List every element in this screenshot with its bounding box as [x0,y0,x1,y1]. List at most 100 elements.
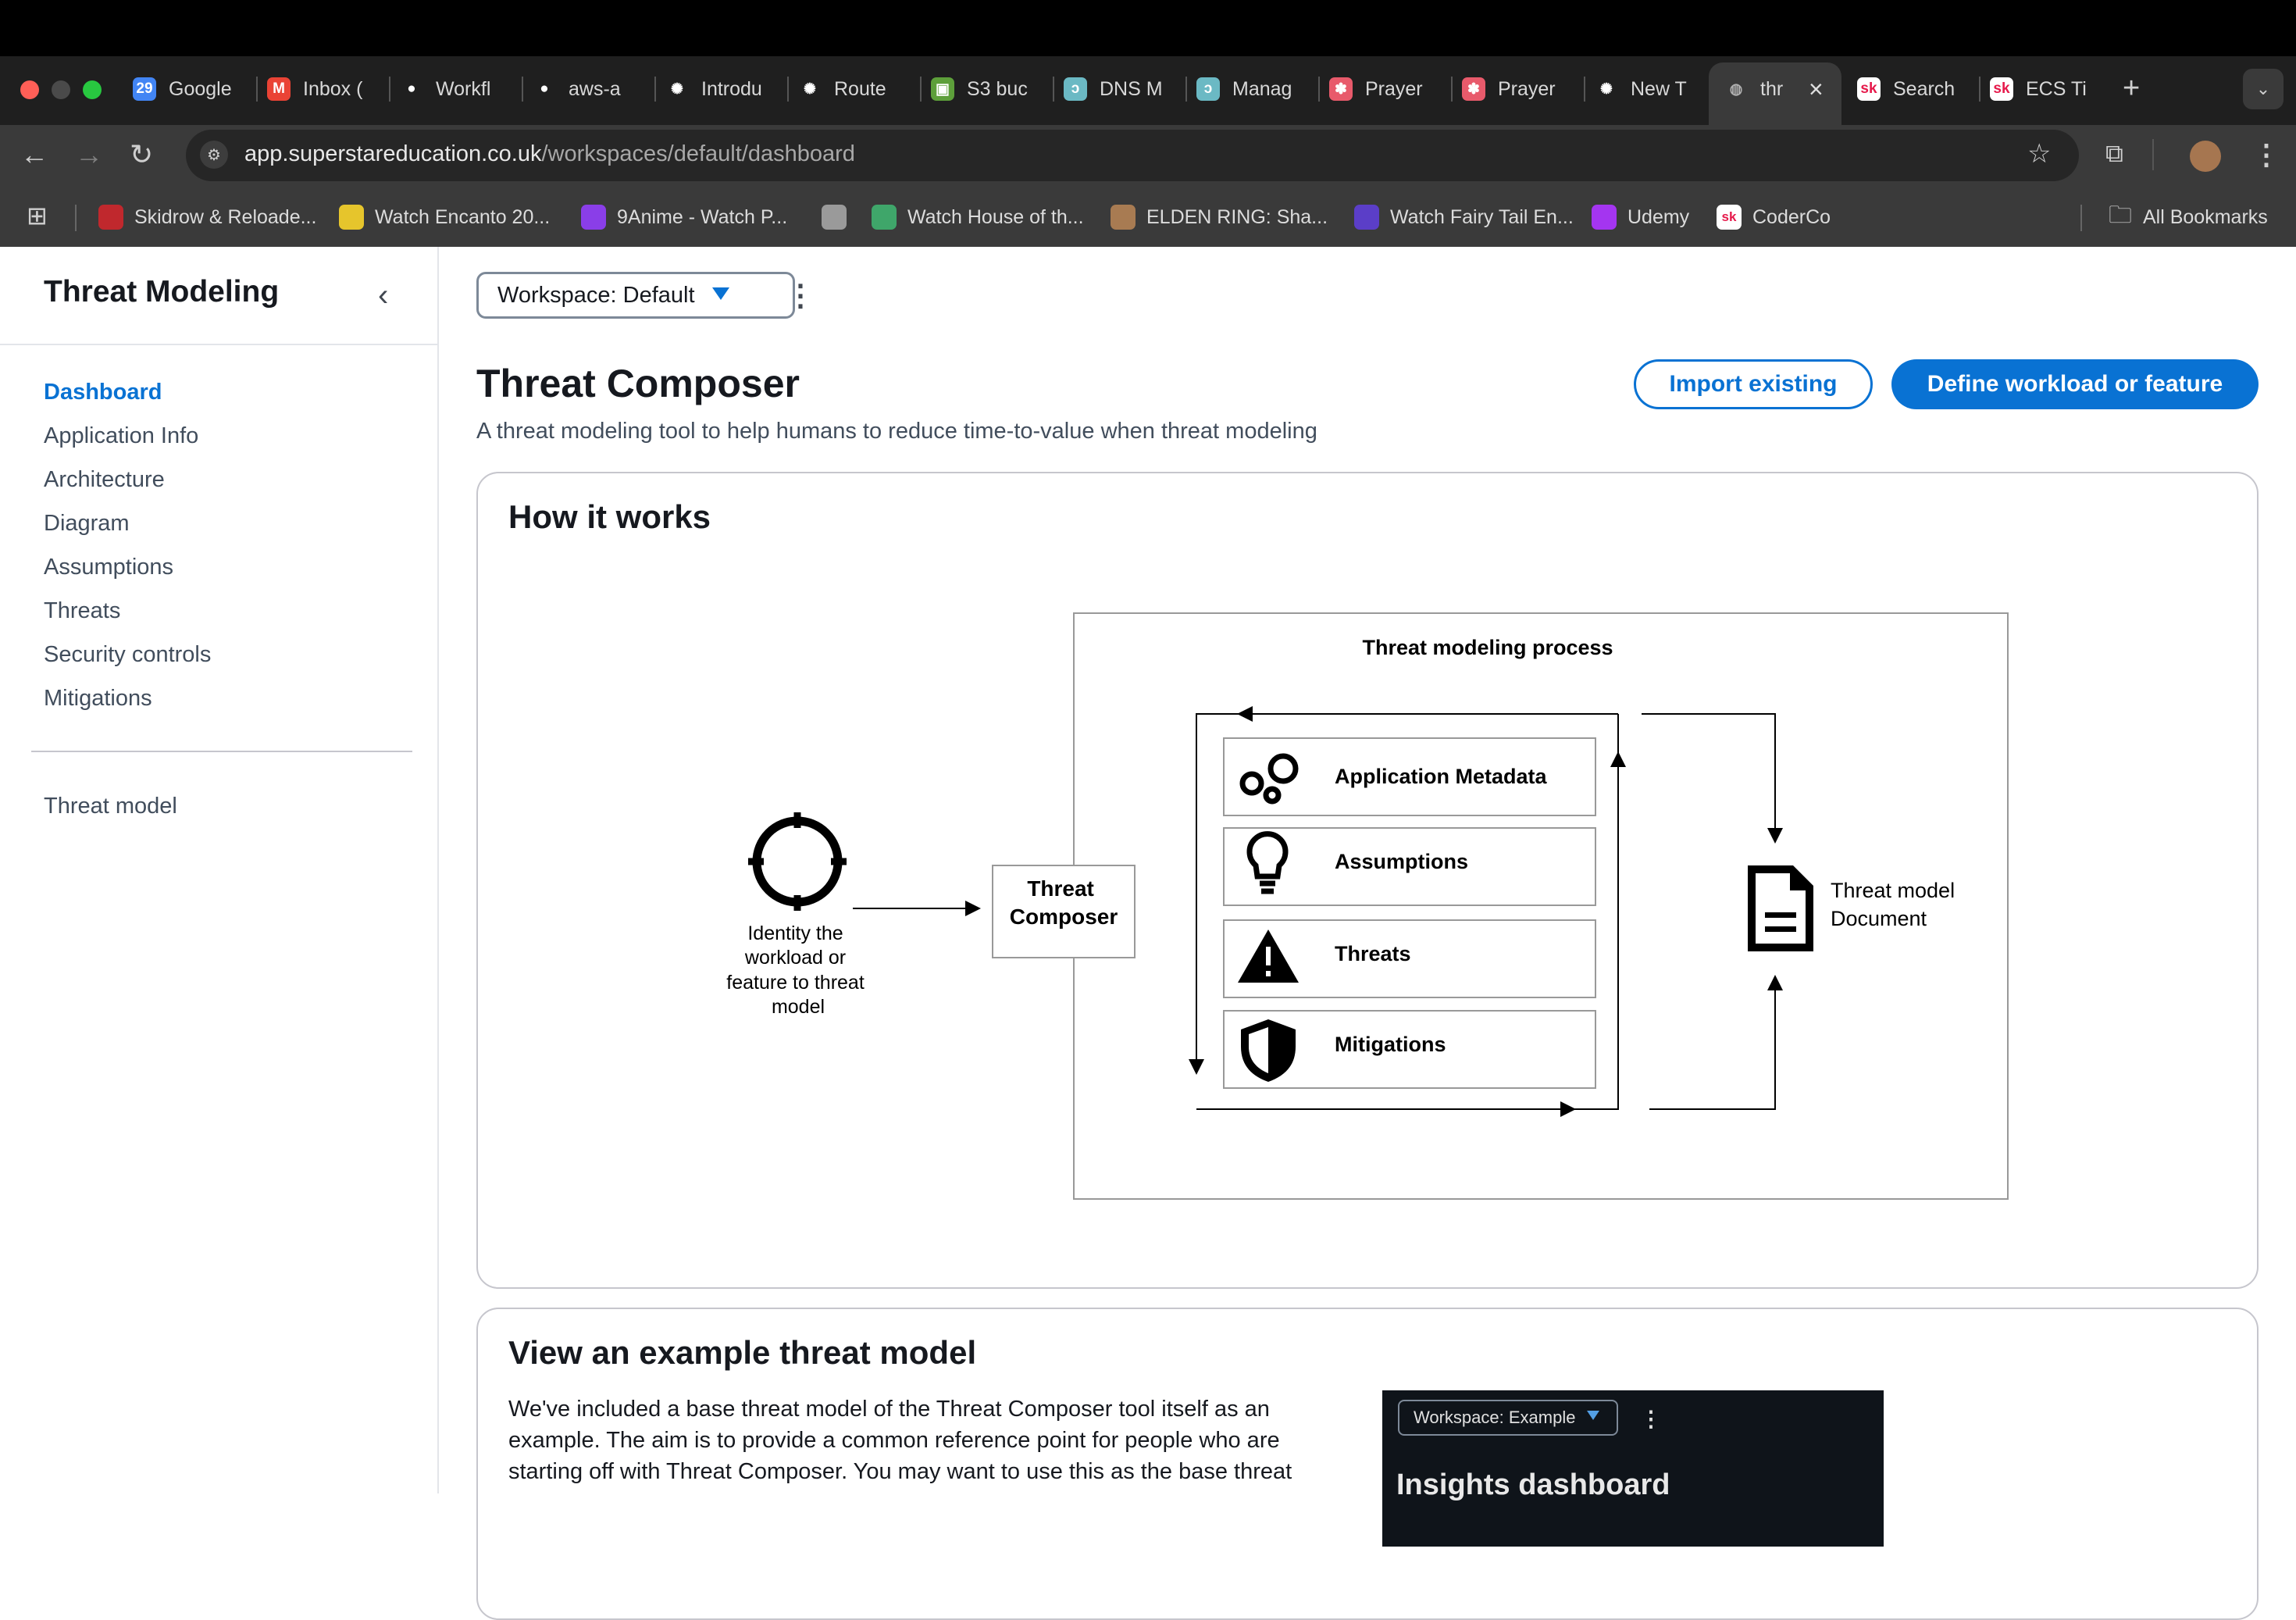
tab-separator [1979,77,1980,102]
deadpool-icon [98,205,123,230]
tab-label: Prayer [1498,77,1556,100]
tab-separator [1053,77,1054,102]
tab-separator [1584,77,1585,102]
collapse-sidebar-icon[interactable]: ‹ [378,278,388,313]
maximize-window-button[interactable] [83,80,102,99]
bookmark-item[interactable]: Watch Fairy Tail En... [1354,200,1574,234]
skyscanner-icon: sk [1857,77,1881,101]
browser-tab[interactable]: ● aws-a [533,69,634,109]
tab-label: Search [1893,77,1956,100]
reload-icon[interactable]: ↻ [130,141,153,169]
bookmark-item[interactable]: Udemy [1592,200,1689,234]
import-existing-button[interactable]: Import existing [1634,359,1873,409]
how-it-works-card [476,472,2259,1289]
tab-separator [389,77,390,102]
preview-more-icon: ⋮ [1640,1407,1662,1431]
thumbnail-icon [1111,205,1136,230]
new-tab-icon[interactable]: + [2123,73,2140,103]
bookmark-item[interactable] [822,200,857,234]
tab-label: New T [1631,77,1687,100]
tab-search-button[interactable]: ⌄ [2243,69,2284,109]
browser-tab[interactable]: ↄ Manag [1196,69,1298,109]
preview-caret-icon [1587,1411,1599,1420]
browser-tab[interactable]: ✽ Prayer [1462,69,1563,109]
browser-tab[interactable]: 29 Google [133,69,234,109]
back-icon[interactable]: ← [20,141,48,169]
sidebar-item-threats[interactable]: Threats [44,598,120,624]
tab-separator [256,77,258,102]
browser-tab[interactable]: ✽ Prayer [1329,69,1431,109]
how-it-works-title: How it works [508,498,711,535]
browser-tab[interactable]: sk Search [1857,69,1959,109]
tab-label: ECS Ti [2026,77,2087,100]
extensions-icon[interactable]: ⧉ [2105,141,2123,166]
flower-icon: ✽ [1329,77,1353,101]
sidebar-item-mitigations[interactable]: Mitigations [44,686,152,712]
aws-route-icon: ↄ [1064,77,1087,101]
workspace-select[interactable]: Workspace: Default [476,272,795,319]
toolbar-divider [2152,139,2154,170]
bookmarks-divider-right [2080,205,2082,231]
openai-icon: ✺ [671,80,683,98]
bookmark-item[interactable]: 9Anime - Watch P... [581,200,787,234]
aws-s3-icon: ▣ [931,77,954,101]
forward-icon[interactable]: → [75,141,103,169]
browser-tab[interactable]: ✺ Route [798,69,900,109]
bookmark-star-icon[interactable]: ☆ [2027,141,2051,167]
browser-tab[interactable]: ◍ thr [1724,69,1818,109]
tab-separator [1185,77,1187,102]
udemy-icon [1592,205,1617,230]
example-description: We've included a base threat model of th… [508,1397,1292,1484]
sidebar-item-diagram[interactable]: Diagram [44,511,130,537]
play-triangle-icon [581,205,606,230]
browser-tab[interactable]: sk ECS Ti [1990,69,2091,109]
sidebar-header-divider [0,344,437,345]
workspace-more-icon[interactable]: ⋮ [786,281,815,311]
browser-tab[interactable]: M Inbox ( [267,69,369,109]
browser-tab[interactable]: ✺ New T [1595,69,1696,109]
browser-tab[interactable]: ✺ Introdu [665,69,767,109]
bookmark-label: Watch Encanto 20... [375,205,551,228]
minimize-window-button[interactable] [52,80,70,99]
tab-label: thr [1760,77,1784,100]
all-bookmarks-button[interactable]: 🗀 All Bookmarks [2109,200,2268,234]
site-info-icon[interactable]: ⚙ [200,141,228,169]
apps-grid-icon[interactable]: ⊞ [27,203,48,228]
browser-tab[interactable]: ● Workfl [400,69,501,109]
bookmark-label: Skidrow & Reloade... [134,205,317,228]
bookmark-item[interactable]: sk CoderCo [1717,200,1831,234]
bookmarks-divider [75,205,77,231]
flower-icon: ✽ [1462,77,1485,101]
define-workload-button[interactable]: Define workload or feature [1891,359,2259,409]
browser-tab[interactable]: ↄ DNS M [1064,69,1165,109]
close-window-button[interactable] [20,80,39,99]
bookmark-item[interactable]: ELDEN RING: Sha... [1111,200,1328,234]
url-host: app.superstareducation.co.uk [244,141,542,166]
play-circle-icon [872,205,897,230]
tab-label: Manag [1232,77,1292,100]
caret-down-icon [712,287,729,300]
sidebar-item-architecture[interactable]: Architecture [44,467,165,493]
bookmark-item[interactable]: Watch House of th... [872,200,1084,234]
preview-workspace-label: Workspace: Example [1414,1408,1576,1427]
close-tab-icon[interactable]: × [1809,75,1824,104]
url-text[interactable]: app.superstareducation.co.uk/workspaces/… [244,141,855,167]
all-bookmarks-label: All Bookmarks [2143,205,2268,228]
bookmark-item[interactable]: Watch Encanto 20... [339,200,550,234]
sidebar-item-assumptions[interactable]: Assumptions [44,555,173,580]
bookmark-label: Watch Fairy Tail En... [1390,205,1574,228]
bookmark-item[interactable]: Skidrow & Reloade... [98,200,316,234]
tab-separator [920,77,922,102]
sidebar-item-security-controls[interactable]: Security controls [44,642,211,668]
github-icon: ● [540,80,549,97]
chrome-menu-icon[interactable]: ⋮ [2252,141,2280,169]
tab-separator [787,77,789,102]
browser-tab[interactable]: ▣ S3 buc [931,69,1032,109]
sidebar-item-application-info[interactable]: Application Info [44,423,198,449]
profile-avatar[interactable] [2190,141,2221,172]
sidebar-item-threat-model[interactable]: Threat model [44,794,177,819]
sidebar-item-dashboard[interactable]: Dashboard [44,380,162,405]
tab-label: Google [169,77,232,100]
tab-label: DNS M [1100,77,1163,100]
tab-separator [1451,77,1453,102]
